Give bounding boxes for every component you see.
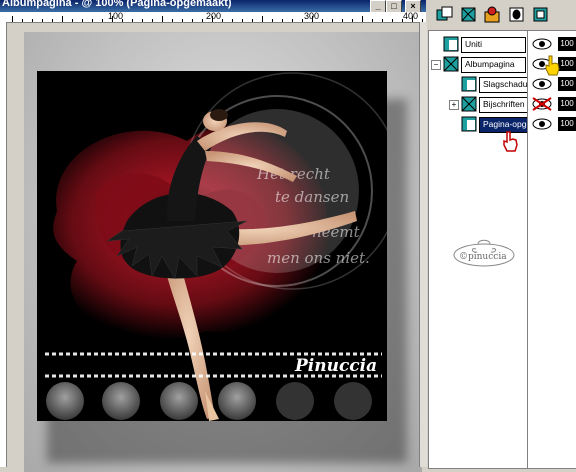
ruler-tick [232, 19, 233, 22]
ruler-tick [392, 19, 393, 22]
layer-opacity[interactable]: 100 [558, 97, 576, 111]
ruler-tick [22, 19, 23, 22]
ruler-tick [242, 19, 243, 22]
collapse-toggle[interactable]: − [431, 60, 441, 70]
ruler-tick [152, 19, 153, 22]
minimize-button[interactable]: _ [370, 0, 386, 12]
eye-hidden-icon[interactable] [530, 97, 554, 111]
layer-row-bijschriften[interactable]: + Bijschriften [429, 95, 528, 113]
ruler-tick [382, 19, 383, 22]
ruler-label: 100 [108, 11, 124, 21]
layer-opacity[interactable]: 100 [558, 57, 576, 71]
new-group-icon[interactable] [460, 6, 477, 23]
ruler-tick [372, 19, 373, 22]
delete-layer-icon[interactable] [532, 6, 549, 23]
layer-row-slagschaduw[interactable]: Slagschaduw [429, 75, 528, 93]
maximize-button[interactable]: □ [386, 0, 402, 12]
layers-toolbar [428, 0, 576, 28]
layers-panel: Uniti − Albumpagina Slagschaduw + Bijsch… [428, 0, 576, 469]
ruler-tick [12, 16, 13, 22]
ruler-tick [32, 19, 33, 22]
ballerina-artwork: Het recht te dansen neemt men ons niet. [37, 71, 387, 421]
ruler-tick [132, 19, 133, 22]
layer-opacity[interactable]: 100 [558, 37, 576, 51]
ruler-tick [42, 19, 43, 22]
mask-icon[interactable] [508, 6, 525, 23]
layer-name[interactable]: Albumpagina [461, 57, 526, 73]
ruler-tick [362, 16, 363, 22]
layer-name[interactable]: Bijschriften [479, 97, 528, 113]
ruler-label: 200 [206, 11, 222, 21]
watermark-logo: ©pinuccia [453, 239, 515, 267]
new-layer-icon[interactable] [436, 6, 453, 23]
poem-line: men ons niet. [267, 249, 370, 267]
vertical-ruler [0, 22, 7, 467]
group-icon [461, 96, 477, 112]
ruler-tick [82, 19, 83, 22]
group-icon [443, 56, 459, 72]
ruler-tick [252, 19, 253, 22]
layer-icon [461, 76, 477, 92]
ruler-tick [222, 19, 223, 22]
vertical-scrollbar[interactable] [419, 22, 427, 467]
canvas-area[interactable]: Het recht te dansen neemt men ons niet. [7, 23, 422, 472]
layers-tree: Uniti − Albumpagina Slagschaduw + Bijsch… [428, 30, 528, 469]
eye-icon[interactable] [530, 77, 554, 91]
ruler-tick [182, 19, 183, 22]
ruler-tick [52, 19, 53, 22]
layer-effects-icon[interactable] [484, 6, 501, 23]
ruler-tick [282, 19, 283, 22]
layer-name[interactable]: Slagschaduw [479, 77, 528, 93]
ruler-tick [292, 19, 293, 22]
artwork-image[interactable]: Het recht te dansen neemt men ons niet. [37, 71, 387, 421]
layer-opacity[interactable]: 100 [558, 117, 576, 131]
layer-opacity[interactable]: 100 [558, 77, 576, 91]
ruler-tick [352, 19, 353, 22]
ruler-tick [102, 19, 103, 22]
ruler-tick [142, 19, 143, 22]
ruler-label: 400 [403, 11, 419, 21]
ruler-tick [62, 16, 63, 22]
layer-name[interactable]: Uniti [461, 37, 526, 53]
signature-text: Pinuccia [294, 356, 377, 376]
expand-toggle[interactable]: + [449, 100, 459, 110]
layer-row-albumpagina[interactable]: − Albumpagina [429, 55, 527, 73]
poem-line: te dansen [275, 188, 349, 206]
watermark-text: ©pinuccia [459, 252, 507, 262]
ruler-tick [162, 16, 163, 22]
hand-cursor-icon [503, 131, 518, 152]
ruler-tick [202, 19, 203, 22]
layer-icon [443, 36, 459, 52]
ruler-tick [322, 19, 323, 22]
ruler-tick [272, 19, 273, 22]
ruler-tick [342, 19, 343, 22]
yellow-hand-cursor-icon [545, 55, 560, 76]
eye-icon[interactable] [530, 37, 554, 51]
document-title: Albumpagina - @ 100% (Pagina-opgemaakt) [2, 0, 232, 9]
ruler-tick [72, 19, 73, 22]
ruler-tick [172, 19, 173, 22]
layer-visibility-column: 100 100 100 100 100 [527, 30, 576, 469]
ruler-tick [262, 16, 263, 22]
layer-row-uniti[interactable]: Uniti [429, 35, 527, 53]
ruler-tick [302, 19, 303, 22]
horizontal-ruler: 100 200 300 400 [0, 11, 426, 23]
ruler-tick [332, 19, 333, 22]
ruler-tick [192, 19, 193, 22]
layer-icon [461, 116, 477, 132]
eye-icon[interactable] [530, 117, 554, 131]
ruler-tick [92, 19, 93, 22]
ruler-label: 300 [304, 11, 320, 21]
